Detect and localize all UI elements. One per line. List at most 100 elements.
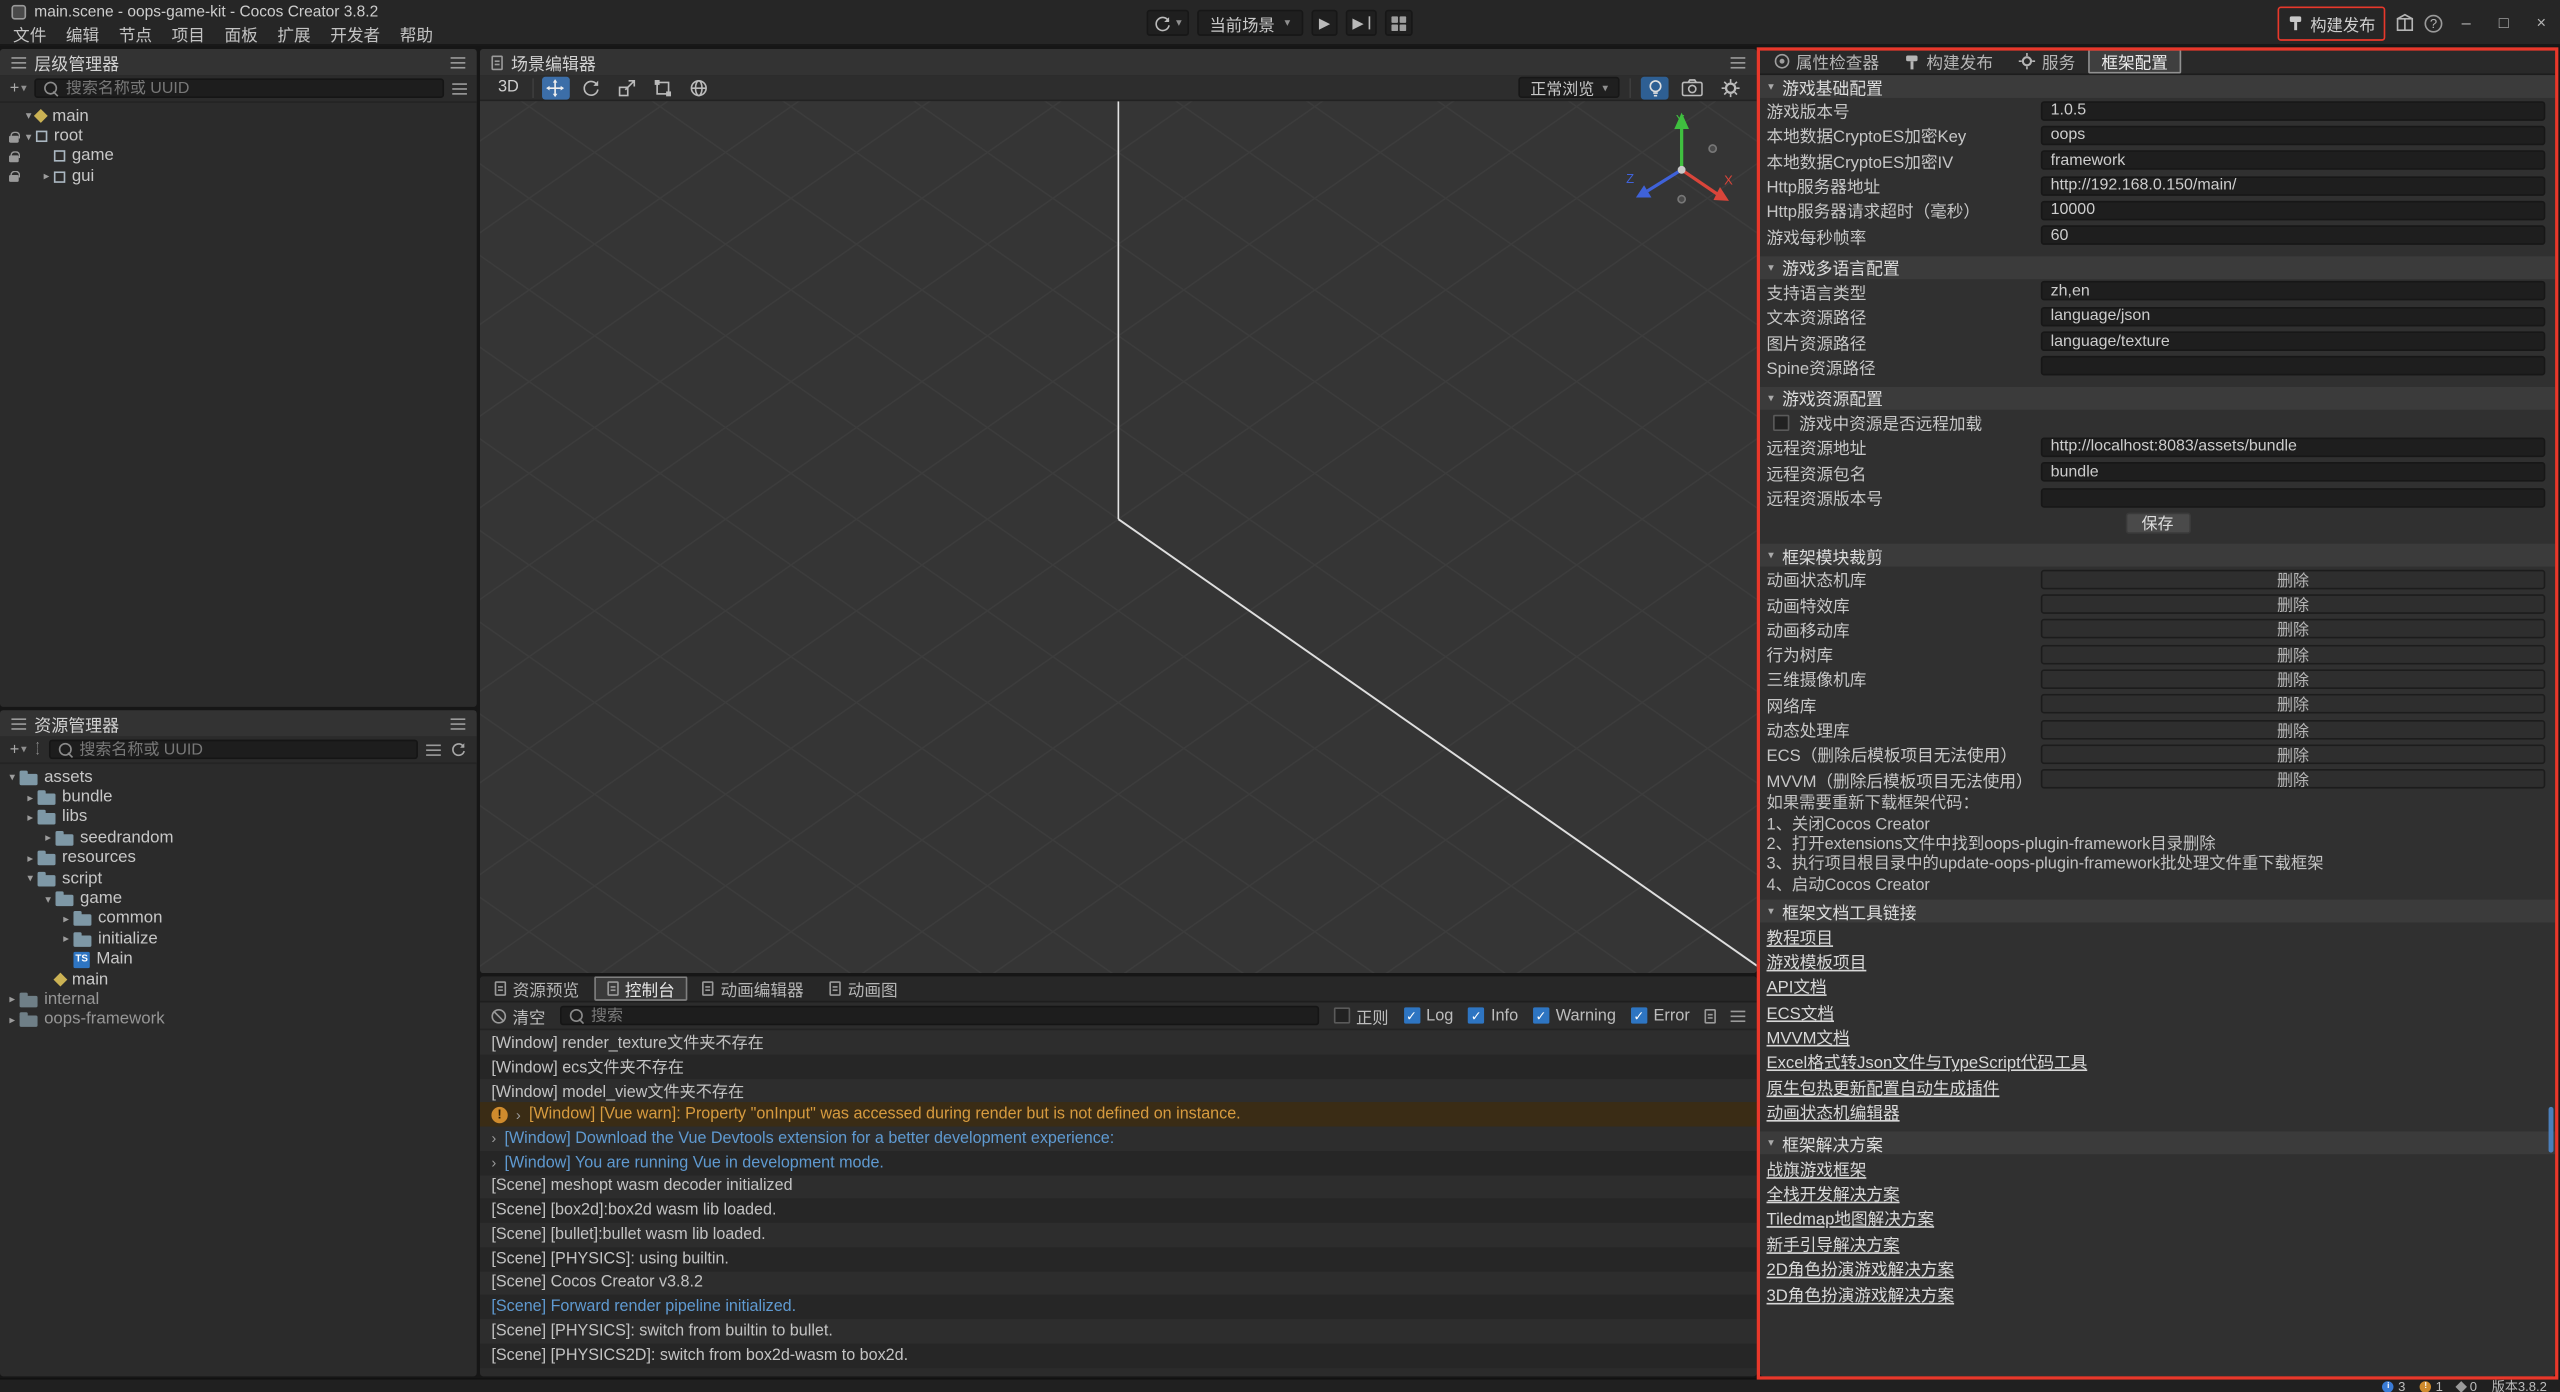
doc-link[interactable]: MVVM文档 <box>1767 1024 1850 1048</box>
config-input[interactable] <box>2041 226 2545 246</box>
rect-tool-button[interactable] <box>649 76 677 99</box>
config-input[interactable] <box>2041 356 2545 376</box>
doc-link[interactable]: 新手引导解决方案 <box>1767 1231 1900 1255</box>
menu-item[interactable]: 扩展 <box>268 21 321 45</box>
minimize-button[interactable]: – <box>2452 14 2480 32</box>
checkbox-icon[interactable]: ✓ <box>1631 1007 1647 1023</box>
scrollbar-thumb[interactable] <box>2549 1107 2554 1153</box>
delete-button[interactable]: 删除 <box>2041 619 2545 639</box>
tree-row[interactable]: ▸bundle <box>0 788 477 808</box>
menu-item[interactable]: 节点 <box>109 21 162 45</box>
rotate-tool-button[interactable] <box>578 76 606 99</box>
menu-item[interactable]: 文件 <box>3 21 56 45</box>
expand-arrow[interactable]: ▸ <box>41 832 56 845</box>
expand-arrow[interactable]: ▾ <box>41 892 56 905</box>
console-filter-error[interactable]: ✓Error <box>1631 1003 1690 1027</box>
delete-button[interactable]: 删除 <box>2041 644 2545 664</box>
config-input[interactable] <box>2041 437 2545 457</box>
expand-chevron-icon[interactable]: › <box>491 1154 496 1170</box>
console-tab[interactable]: 动画图 <box>818 976 909 1000</box>
panel-menu-icon[interactable] <box>451 718 466 729</box>
tree-row[interactable]: ▾root <box>0 126 477 146</box>
notify-count-badge[interactable]: 0 <box>2458 1379 2478 1392</box>
play-button[interactable]: ▶ <box>1312 10 1338 36</box>
log-row[interactable]: [Window] ecs文件夹不存在 <box>480 1054 1757 1078</box>
current-scene-dropdown[interactable]: 当前场景 ▾ <box>1196 10 1303 36</box>
checkbox-icon[interactable] <box>1333 1007 1349 1023</box>
filter-icon[interactable] <box>452 82 467 93</box>
view-mode-dropdown[interactable]: 正常浏览 ▾ <box>1519 77 1620 98</box>
search-input[interactable] <box>66 79 434 97</box>
console-filter-info[interactable]: ✓Info <box>1468 1003 1518 1027</box>
expand-arrow[interactable]: ▸ <box>23 811 38 824</box>
doc-link[interactable]: ECS文档 <box>1767 999 1834 1023</box>
log-row[interactable]: ›[Window] Download the Vue Devtools exte… <box>480 1127 1757 1151</box>
console-tab[interactable]: 动画编辑器 <box>691 976 815 1000</box>
info-count-badge[interactable]: i3 <box>2383 1379 2406 1392</box>
light-toggle-button[interactable] <box>1641 76 1669 99</box>
config-input[interactable] <box>2041 331 2545 351</box>
step-button[interactable]: ▶ <box>1346 10 1378 36</box>
expand-arrow[interactable]: ▸ <box>59 913 74 926</box>
config-section-header[interactable]: ▾游戏基础配置 <box>1760 75 2555 98</box>
doc-link[interactable]: 动画状态机编辑器 <box>1767 1099 1900 1123</box>
delete-button[interactable]: 删除 <box>2041 769 2545 789</box>
export-log-icon[interactable] <box>1704 1008 1715 1023</box>
tree-row[interactable]: ▸oops-framework <box>0 1010 477 1030</box>
log-row[interactable]: !›[Window] [Vue warn]: Property "onInput… <box>480 1102 1757 1126</box>
console-tab[interactable]: 控制台 <box>594 976 688 1000</box>
config-input[interactable] <box>2041 487 2545 507</box>
log-row[interactable]: [Scene] [box2d]:box2d wasm lib loaded. <box>480 1199 1757 1223</box>
sort-icon[interactable]: ↑↓ <box>35 743 40 756</box>
menu-item[interactable]: 帮助 <box>390 21 443 45</box>
tree-row[interactable]: ▾assets <box>0 767 477 787</box>
log-row[interactable]: [Scene] [bullet]:bullet wasm lib loaded. <box>480 1223 1757 1247</box>
log-row[interactable]: ›[Window] You are running Vue in develop… <box>480 1151 1757 1175</box>
menu-item[interactable]: 编辑 <box>56 21 109 45</box>
layout-button[interactable] <box>1386 10 1414 36</box>
doc-link[interactable]: Tiledmap地图解决方案 <box>1767 1206 1935 1230</box>
log-row[interactable]: [Scene] [PHYSICS]: switch from builtin t… <box>480 1319 1757 1343</box>
log-row[interactable]: [Scene] [PHYSICS]: using builtin. <box>480 1247 1757 1271</box>
doc-link[interactable]: API文档 <box>1767 974 1827 998</box>
camera-button[interactable] <box>1678 76 1706 99</box>
doc-link[interactable]: 战旗游戏框架 <box>1767 1155 1867 1179</box>
expand-arrow[interactable]: ▸ <box>23 791 38 804</box>
config-section-header[interactable]: ▾框架解决方案 <box>1760 1132 2555 1155</box>
remote-load-checkbox[interactable] <box>1773 414 1789 430</box>
search-input[interactable] <box>79 740 408 758</box>
build-publish-button[interactable]: 构建发布 <box>2278 6 2386 40</box>
config-input[interactable] <box>2041 101 2545 121</box>
inspector-tab[interactable]: 服务 <box>2006 49 2087 73</box>
expand-chevron-icon[interactable]: › <box>516 1106 521 1122</box>
config-input[interactable] <box>2041 176 2545 196</box>
config-section-header[interactable]: ▾游戏资源配置 <box>1760 387 2555 410</box>
log-row[interactable]: [Window] model_view文件夹不存在 <box>480 1078 1757 1102</box>
console-filter-正则[interactable]: 正则 <box>1333 1003 1389 1027</box>
delete-button[interactable]: 删除 <box>2041 569 2545 589</box>
console-filter-warning[interactable]: ✓Warning <box>1533 1003 1616 1027</box>
expand-arrow[interactable]: ▾ <box>21 130 36 143</box>
config-input[interactable] <box>2041 282 2545 302</box>
refresh-icon[interactable] <box>449 740 467 758</box>
move-tool-button[interactable] <box>542 76 570 99</box>
doc-link[interactable]: 2D角色扮演游戏解决方案 <box>1767 1256 1955 1280</box>
log-row[interactable]: [Scene] Cocos Creator v3.8.2 <box>480 1271 1757 1295</box>
doc-link[interactable]: 教程项目 <box>1767 923 1834 947</box>
expand-arrow[interactable]: ▸ <box>39 170 54 183</box>
log-row[interactable]: [Scene] [PHYSICS2D]: switch from box2d-w… <box>480 1343 1757 1367</box>
config-input[interactable] <box>2041 462 2545 482</box>
world-tool-button[interactable] <box>685 76 713 99</box>
tree-row[interactable]: ▸resources <box>0 848 477 868</box>
lock-icon[interactable] <box>8 151 18 162</box>
console-tab[interactable]: 资源预览 <box>483 976 590 1000</box>
warning-count-badge[interactable]: !1 <box>2420 1379 2443 1392</box>
expand-arrow[interactable]: ▸ <box>5 1014 20 1027</box>
expand-arrow[interactable]: ▾ <box>5 771 20 784</box>
doc-link[interactable]: 游戏模板项目 <box>1767 948 1867 972</box>
clear-console-button[interactable]: 清空 <box>491 1003 545 1027</box>
menu-item[interactable]: 项目 <box>162 21 215 45</box>
create-node-button[interactable]: +▾ <box>10 79 27 97</box>
inspector-tab[interactable]: 属性检查器 <box>1763 49 1890 73</box>
doc-link[interactable]: 原生包热更新配置自动生成插件 <box>1767 1074 2000 1098</box>
